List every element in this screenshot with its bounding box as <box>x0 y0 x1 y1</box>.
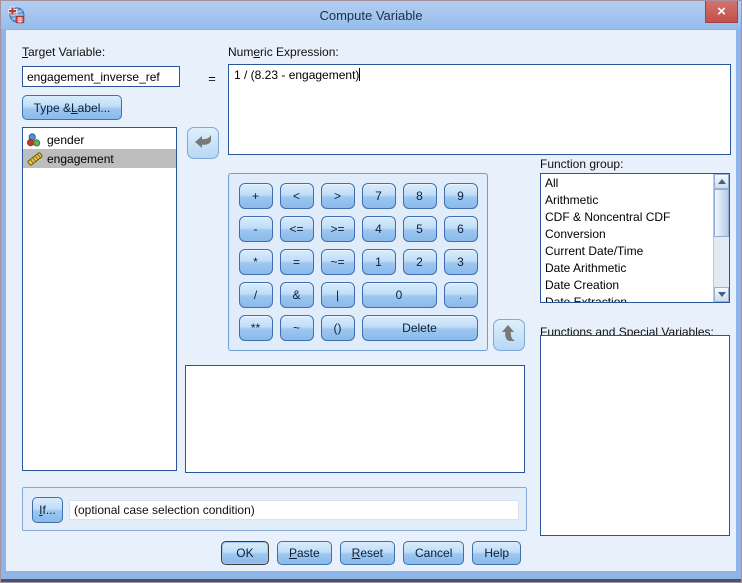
keypad-button[interactable]: 5 <box>402 216 437 242</box>
keypad-button[interactable]: ~= <box>320 249 355 275</box>
function-group-item[interactable]: Date Arithmetic <box>541 260 713 277</box>
keypad-button[interactable]: <= <box>279 216 314 242</box>
numeric-expression-input[interactable]: 1 / (8.23 - engagement) <box>228 64 731 155</box>
keypad-button[interactable]: + <box>238 183 273 209</box>
insert-function-button[interactable] <box>493 319 525 351</box>
function-group-item[interactable]: Conversion <box>541 226 713 243</box>
compute-variable-dialog: Compute Variable × Target Variable: = Ty… <box>0 0 742 583</box>
dialog-button[interactable]: Reset <box>339 541 395 565</box>
keypad-button[interactable]: 4 <box>361 216 396 242</box>
type-label-button[interactable]: Type & Label... <box>22 95 122 120</box>
keypad-button[interactable]: 8 <box>402 183 437 209</box>
arrow-left-icon <box>193 134 213 153</box>
target-variable-input[interactable] <box>22 66 180 87</box>
functions-special-variables-list[interactable] <box>540 335 730 536</box>
nominal-variable-icon <box>26 132 43 147</box>
scrollbar[interactable] <box>713 174 729 302</box>
case-selection-hint: (optional case selection condition) <box>69 500 519 520</box>
keypad-button[interactable]: ** <box>238 315 273 341</box>
triangle-down-icon <box>717 292 726 297</box>
keypad-button[interactable]: 0 <box>361 282 437 308</box>
target-variable-label: Target Variable: <box>22 45 106 59</box>
keypad-button[interactable]: . <box>443 282 478 308</box>
dialog-button-row: OK Paste Reset Cancel Help <box>6 541 736 565</box>
text-caret <box>359 68 361 81</box>
function-group-item[interactable]: Current Date/Time <box>541 243 713 260</box>
expression-text: 1 / (8.23 - engagement) <box>234 68 360 82</box>
calculator-keypad: + < > 7 8 9 - <= >= 4 5 6 * = ~= 1 2 3 /… <box>228 173 488 351</box>
numeric-expression-label: Numeric Expression: <box>228 45 339 59</box>
keypad-button[interactable]: ~ <box>279 315 314 341</box>
scale-variable-icon <box>26 151 43 166</box>
variable-name: gender <box>47 132 85 147</box>
keypad-button[interactable]: () <box>320 315 355 341</box>
keypad-button[interactable]: 6 <box>443 216 478 242</box>
title-bar[interactable]: Compute Variable × <box>1 1 741 29</box>
keypad-button[interactable]: 7 <box>361 183 396 209</box>
function-group-item[interactable]: CDF & Noncentral CDF <box>541 209 713 226</box>
dialog-button[interactable]: Help <box>472 541 522 565</box>
dialog-button[interactable]: Paste <box>276 541 332 565</box>
keypad-button[interactable]: * <box>238 249 273 275</box>
window-title: Compute Variable <box>319 7 423 23</box>
keypad-button[interactable]: = <box>279 249 314 275</box>
dialog-button[interactable]: OK <box>220 541 269 565</box>
keypad-button[interactable]: Delete <box>361 315 478 341</box>
spss-app-icon <box>7 6 25 24</box>
keypad-button[interactable]: 9 <box>443 183 478 209</box>
keypad-button[interactable]: | <box>320 282 355 308</box>
case-selection-panel: If... (optional case selection condition… <box>22 487 527 531</box>
arrow-up-icon <box>499 324 519 345</box>
variable-list[interactable]: gender engagement <box>22 127 177 471</box>
if-button[interactable]: If... <box>32 497 63 523</box>
variable-name: engagement <box>47 151 114 166</box>
function-group-item[interactable]: All <box>541 175 713 192</box>
scroll-down-button[interactable] <box>714 287 729 302</box>
scroll-up-button[interactable] <box>714 174 729 189</box>
variable-row[interactable]: gender <box>23 130 176 149</box>
keypad-button[interactable]: > <box>320 183 355 209</box>
keypad-button[interactable]: & <box>279 282 314 308</box>
transfer-variable-button[interactable] <box>187 127 219 159</box>
function-description-pane <box>185 365 525 473</box>
keypad-button[interactable]: / <box>238 282 273 308</box>
keypad-button[interactable]: 1 <box>361 249 396 275</box>
scrollbar-thumb[interactable] <box>714 189 729 237</box>
keypad-button[interactable]: 2 <box>402 249 437 275</box>
dialog-button[interactable]: Cancel <box>403 541 465 565</box>
close-button[interactable]: × <box>705 1 738 23</box>
function-group-item[interactable]: Date Creation <box>541 277 713 294</box>
function-group-item[interactable]: Date Extraction <box>541 294 713 302</box>
dialog-body: Target Variable: = Type & Label... gende… <box>6 30 736 571</box>
keypad-button[interactable]: >= <box>320 216 355 242</box>
keypad-button[interactable]: < <box>279 183 314 209</box>
function-group-item[interactable]: Arithmetic <box>541 192 713 209</box>
variable-row[interactable]: engagement <box>23 149 176 168</box>
function-group-label: Function group: <box>540 157 624 171</box>
equals-sign: = <box>208 71 216 86</box>
keypad-button[interactable]: 3 <box>443 249 478 275</box>
keypad-button[interactable]: - <box>238 216 273 242</box>
triangle-up-icon <box>717 179 726 184</box>
function-group-list[interactable]: All Arithmetic CDF & Noncentral CDF Conv… <box>540 173 730 303</box>
